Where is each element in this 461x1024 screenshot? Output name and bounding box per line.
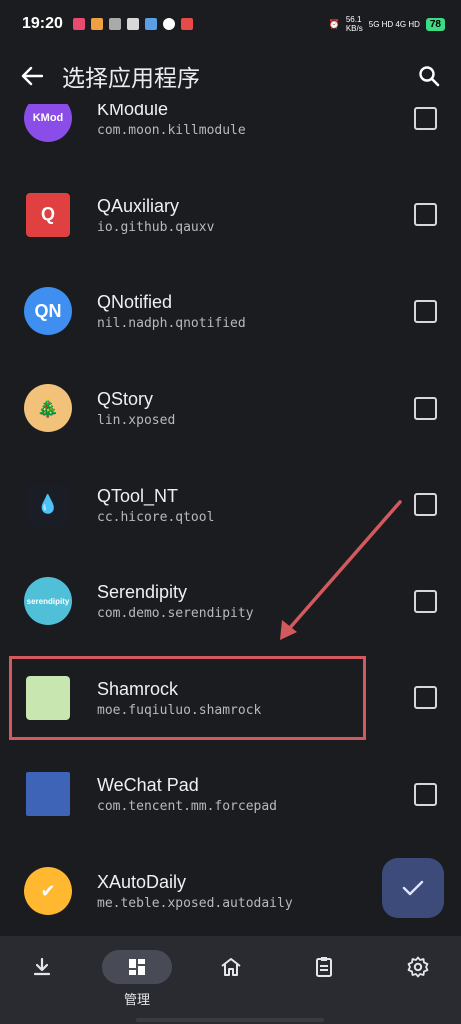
- notification-app-icon: [162, 18, 175, 30]
- app-texts: KModule com.moon.killmodule: [97, 104, 246, 138]
- app-icon-glyph: 💧: [36, 494, 60, 515]
- net-speed: 56.1 KB/s: [345, 15, 363, 33]
- bottom-navigation: 管理: [0, 936, 461, 1024]
- app-row[interactable]: QN QNotified nil.nadph.qnotified: [0, 263, 461, 360]
- app-icon-glyph: Q: [40, 204, 55, 225]
- manage-icon: [129, 959, 145, 975]
- search-button[interactable]: [407, 54, 451, 98]
- app-name: QTool_NT: [97, 485, 179, 506]
- app-package: nil.nadph.qnotified: [97, 316, 246, 332]
- app-package: com.moon.killmodule: [97, 123, 246, 139]
- select-checkbox[interactable]: [414, 396, 437, 420]
- check-icon: [402, 880, 424, 896]
- select-checkbox[interactable]: [414, 106, 437, 130]
- app-icon: QN: [24, 287, 72, 336]
- notification-app-icon: [72, 18, 85, 30]
- app-package: me.teble.xposed.autodaily: [97, 896, 293, 912]
- app-row[interactable]: serendipity Serendipity com.demo.serendipi…: [0, 553, 461, 650]
- app-icon: ✔: [24, 867, 72, 916]
- app-icon-glyph: 🎄: [36, 397, 60, 418]
- app-icon: [26, 772, 70, 817]
- app-icon-glyph: KMod: [32, 112, 64, 125]
- app-row[interactable]: WeChat Pad com.tencent.mm.forcepad: [0, 746, 461, 843]
- app-row[interactable]: Q QAuxiliary io.github.qauxv: [0, 167, 461, 264]
- app-icon-glyph: ✔: [40, 880, 56, 901]
- alarm-icon: ⏰: [328, 18, 340, 29]
- select-checkbox[interactable]: [414, 203, 437, 227]
- highlight-annotation: [9, 656, 366, 740]
- app-package: lin.xposed: [97, 413, 176, 429]
- notification-app-icon: [144, 18, 157, 30]
- app-package: com.demo.serendipity: [97, 606, 254, 622]
- search-icon: [419, 66, 440, 87]
- app-list: KMod KModule com.moon.killmodule Q QAuxiliar…: [0, 104, 461, 936]
- app-name: QAuxiliary: [97, 195, 180, 216]
- select-checkbox[interactable]: [414, 589, 437, 613]
- app-texts: QNotified nil.nadph.qnotified: [97, 291, 246, 331]
- app-row[interactable]: 💧 QTool_NT cc.hicore.qtool: [0, 456, 461, 553]
- nav-settings[interactable]: [383, 950, 453, 1010]
- app-name: XAutoDaily: [97, 872, 187, 893]
- app-name: Serendipity: [97, 582, 188, 603]
- app-icon: serendipity: [24, 577, 72, 626]
- nav-home[interactable]: [196, 950, 266, 1010]
- app-texts: QTool_NT cc.hicore.qtool: [97, 485, 214, 525]
- back-button[interactable]: [8, 52, 56, 100]
- nav-manage[interactable]: 管理: [102, 950, 172, 1010]
- signal-label: 5G HD 4G HD: [368, 19, 420, 29]
- app-texts: QAuxiliary io.github.qauxv: [97, 195, 214, 235]
- back-arrow-icon: [21, 66, 43, 86]
- page-title: 选择应用程序: [62, 66, 200, 92]
- nav-manage-label: 管理: [123, 993, 150, 1008]
- app-bar: 选择应用程序: [0, 48, 461, 104]
- home-icon: [221, 958, 241, 976]
- status-bar: 19:20 ⏰ 56.1 KB/s 5G HD 4G HD 78: [0, 0, 461, 48]
- app-icon-glyph: QN: [34, 300, 62, 321]
- app-package: com.tencent.mm.forcepad: [97, 799, 278, 815]
- select-checkbox[interactable]: [414, 299, 437, 323]
- nav-logs[interactable]: [289, 950, 359, 1010]
- home-indicator: [136, 1018, 324, 1022]
- app-name: QNotified: [97, 292, 173, 313]
- app-package: cc.hicore.qtool: [97, 509, 215, 525]
- select-checkbox[interactable]: [414, 493, 437, 517]
- app-texts: Serendipity com.demo.serendipity: [97, 581, 254, 621]
- app-name: QStory: [97, 389, 154, 410]
- download-icon: [33, 957, 51, 976]
- notification-app-icon: [90, 18, 103, 30]
- notification-icons: [72, 18, 193, 30]
- app-icon-glyph: serendipity: [26, 596, 70, 606]
- app-name: WeChat Pad: [97, 775, 199, 796]
- status-time: 19:20: [22, 15, 63, 32]
- clipboard-icon: [316, 957, 332, 977]
- status-right: ⏰ 56.1 KB/s 5G HD 4G HD 78: [329, 15, 445, 33]
- app-icon: 💧: [26, 482, 70, 527]
- app-texts: QStory lin.xposed: [97, 388, 175, 428]
- battery-indicator: 78: [425, 17, 445, 31]
- notification-app-icon: [180, 18, 193, 30]
- app-row[interactable]: 🎄 QStory lin.xposed: [0, 360, 461, 457]
- app-package: io.github.qauxv: [97, 219, 215, 235]
- app-icon: KMod: [24, 104, 72, 143]
- confirm-fab[interactable]: [382, 858, 444, 918]
- app-icon: Q: [26, 192, 70, 237]
- select-checkbox[interactable]: [414, 782, 437, 806]
- app-texts: XAutoDaily me.teble.xposed.autodaily: [97, 871, 293, 911]
- nav-download[interactable]: [7, 950, 77, 1010]
- notification-app-icon: [126, 18, 139, 30]
- notification-app-icon: [108, 18, 121, 30]
- app-row[interactable]: KMod KModule com.moon.killmodule: [0, 104, 461, 167]
- app-icon: 🎄: [24, 384, 72, 433]
- settings-icon: [407, 956, 429, 978]
- app-name: KModule: [97, 104, 169, 120]
- select-checkbox[interactable]: [414, 686, 437, 710]
- app-texts: WeChat Pad com.tencent.mm.forcepad: [97, 774, 277, 814]
